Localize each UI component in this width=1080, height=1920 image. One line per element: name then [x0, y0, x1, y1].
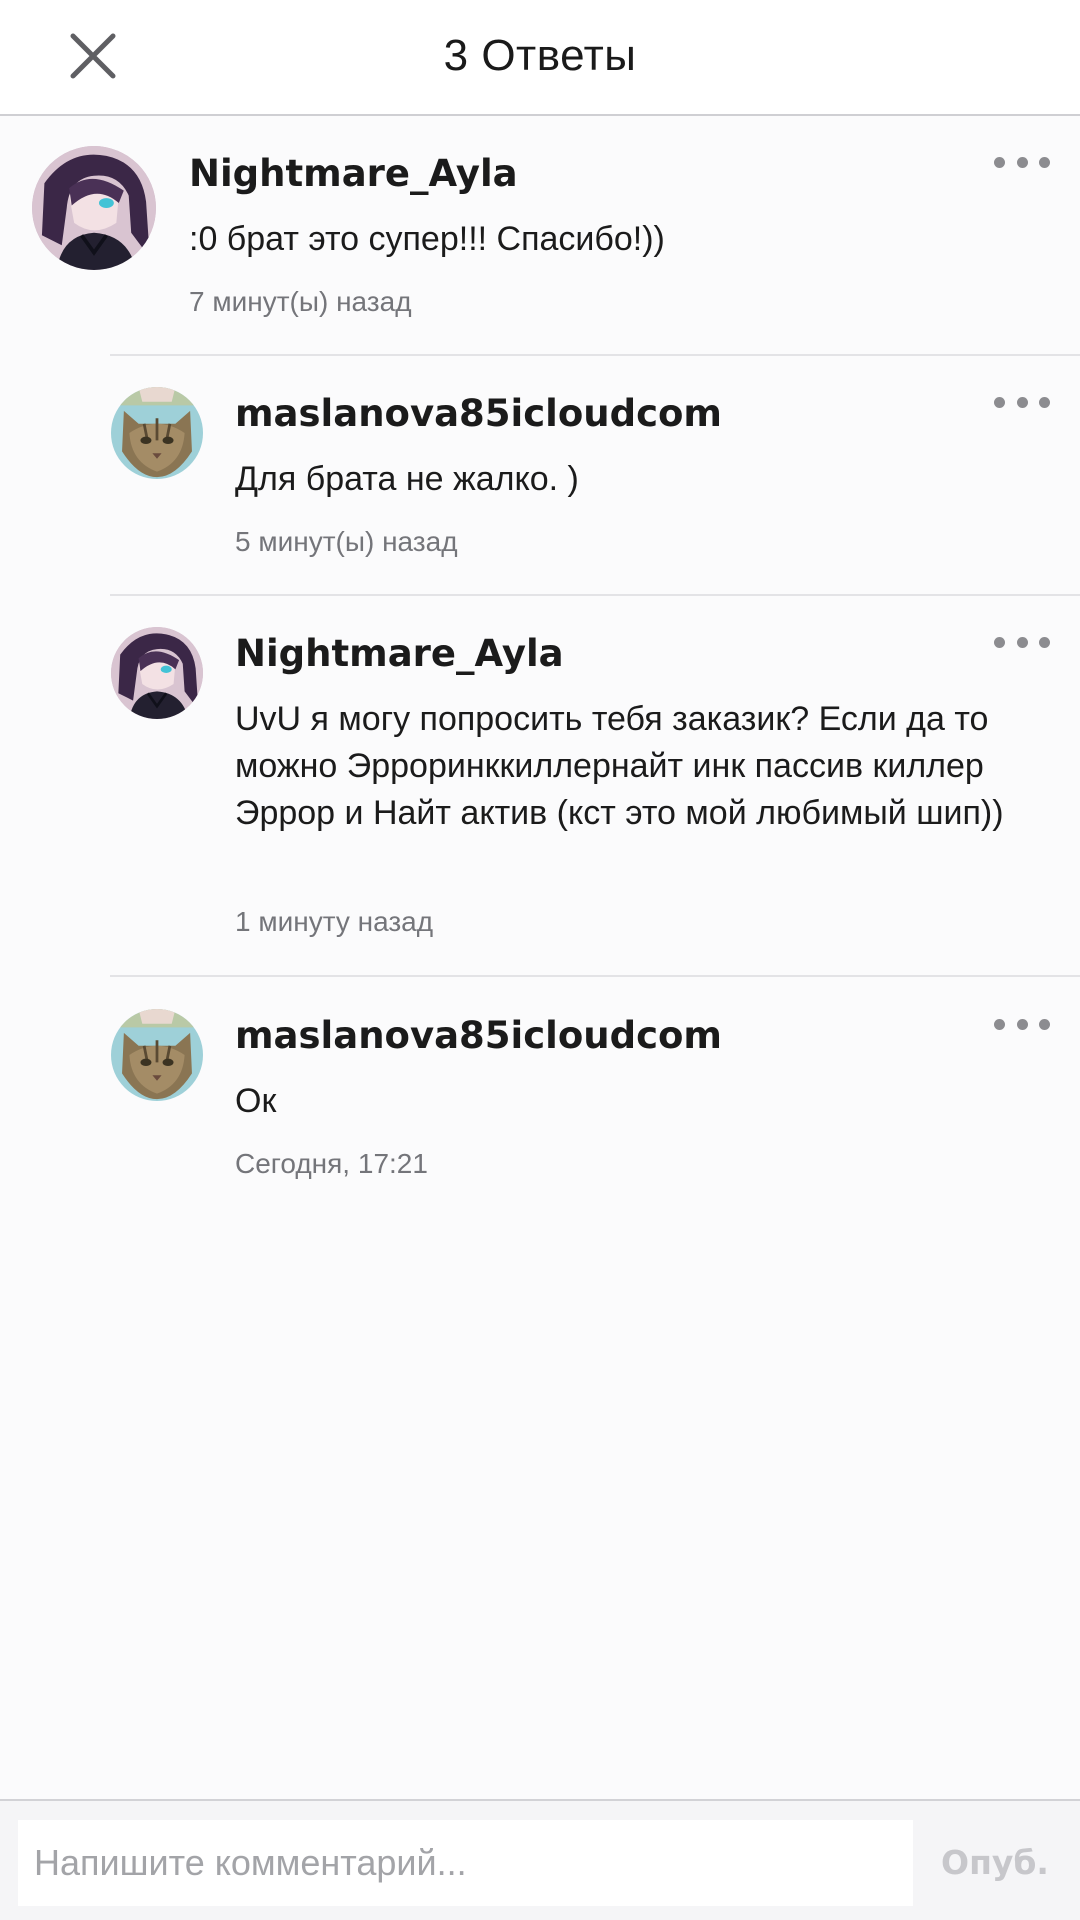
dot — [994, 396, 1005, 408]
page-title: 3 Ответы — [443, 31, 637, 80]
dot — [1039, 156, 1050, 168]
dot — [1016, 636, 1028, 648]
avatar[interactable] — [111, 387, 203, 479]
publish-button[interactable]: Опуб. — [930, 1831, 1060, 1895]
dot — [1039, 1018, 1050, 1030]
comment-timestamp: 1 минуту назад — [235, 906, 434, 937]
comment-composer: Опуб. — [0, 1799, 1080, 1920]
avatar[interactable] — [111, 1009, 203, 1101]
dot — [1016, 396, 1028, 408]
comment-timestamp: 5 минут(ы) назад — [235, 526, 458, 557]
comment-timestamp: 7 минут(ы) назад — [189, 286, 412, 317]
more-options-button[interactable] — [994, 1006, 1050, 1042]
comment-reply: maslanova85icloudcom Ок Сегодня, 17:21 — [0, 977, 1080, 1217]
avatar[interactable] — [111, 627, 203, 719]
more-options-button[interactable] — [994, 384, 1050, 420]
comment-author[interactable]: maslanova85icloudcom — [235, 390, 722, 438]
more-options-button[interactable] — [994, 624, 1050, 660]
avatar[interactable] — [32, 146, 156, 270]
dot — [994, 636, 1005, 648]
dot — [1039, 636, 1050, 648]
comment-root: Nightmare_Ayla :0 брат это супер!!! Спас… — [0, 114, 1080, 354]
dot — [1039, 396, 1050, 408]
dot — [994, 1018, 1005, 1030]
comment-text: Для брата не жалко. ) — [235, 460, 579, 498]
comment-author[interactable]: Nightmare_Ayla — [235, 630, 564, 678]
comment-text: :0 брат это супер!!! Спасибо!)) — [189, 220, 665, 258]
header: 3 Ответы — [0, 0, 1080, 116]
dot — [1016, 1018, 1028, 1030]
more-options-button[interactable] — [994, 144, 1050, 180]
comment-text: UvU я могу попросить тебя заказик? Если … — [235, 700, 1004, 832]
comment-timestamp: Сегодня, 17:21 — [235, 1148, 428, 1179]
comment-author[interactable]: maslanova85icloudcom — [235, 1012, 722, 1060]
dot — [1016, 156, 1028, 168]
comment-author[interactable]: Nightmare_Ayla — [189, 150, 518, 198]
comment-input[interactable] — [18, 1820, 913, 1906]
dot — [994, 156, 1005, 168]
comment-reply: maslanova85icloudcom Для брата не жалко.… — [0, 356, 1080, 594]
comment-text: Ок — [235, 1082, 277, 1120]
comment-reply: Nightmare_Ayla UvU я могу попросить тебя… — [0, 596, 1080, 976]
replies-screen: 3 Ответы Nightmare_Ayla :0 брат это супе… — [0, 0, 1080, 1920]
